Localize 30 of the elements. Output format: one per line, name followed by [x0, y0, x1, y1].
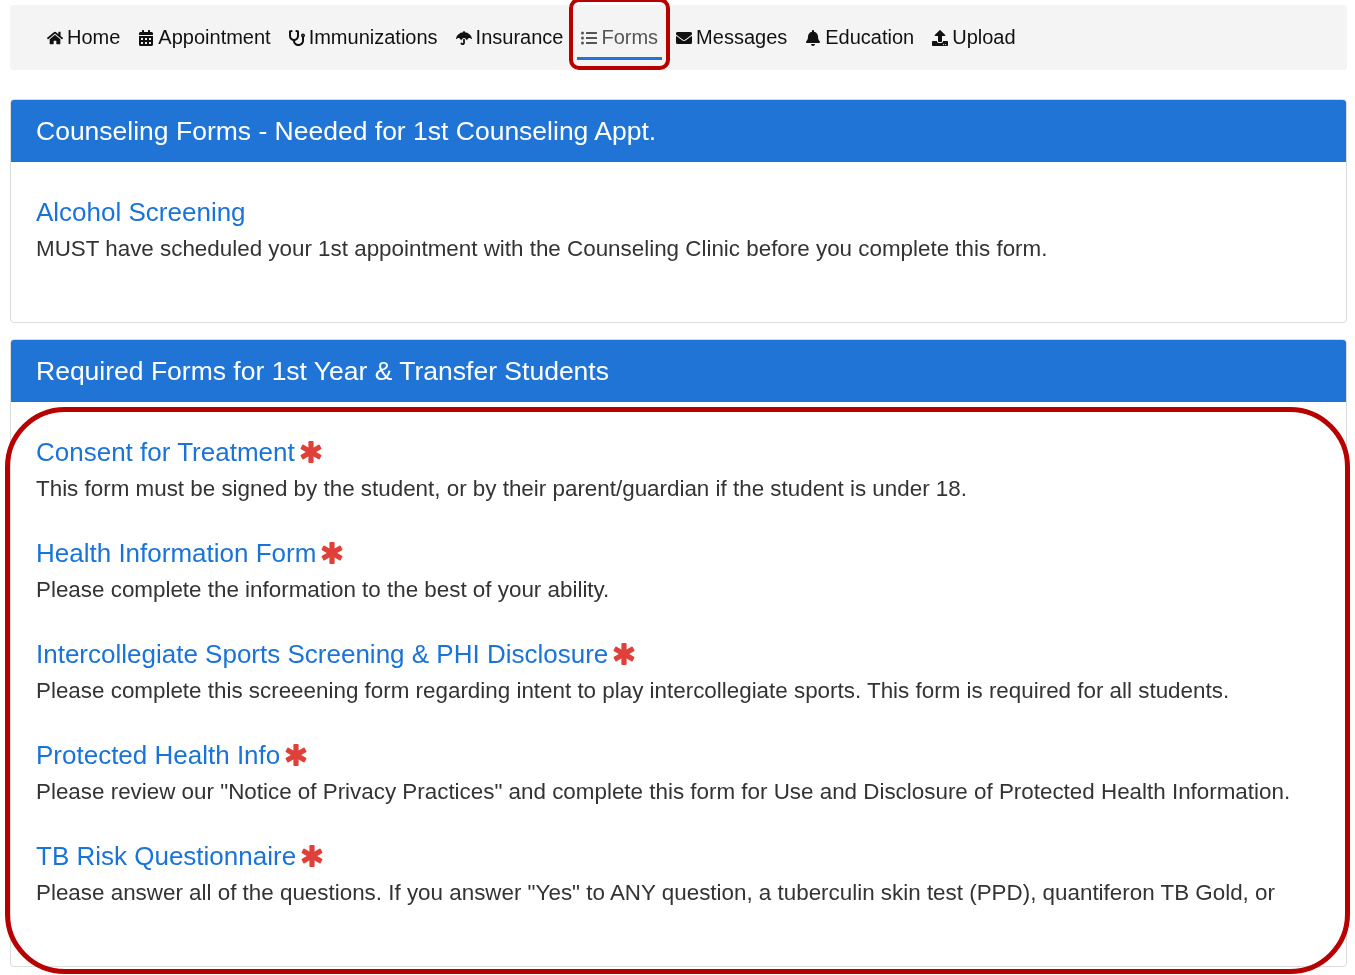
- list-icon: [581, 29, 598, 46]
- home-icon: [47, 29, 63, 46]
- nav-tab[interactable]: Messages: [672, 18, 792, 60]
- panel-title: Counseling Forms - Needed for 1st Counseling Appt.: [11, 100, 1346, 162]
- nav-tab[interactable]: Immunizations: [284, 18, 442, 60]
- form-link[interactable]: Alcohol Screening: [36, 196, 246, 228]
- form-description: MUST have scheduled your 1st appointment with the Counseling Clinic before you complete this form.: [36, 235, 1049, 263]
- form-link[interactable]: Protected Health Info: [36, 739, 281, 771]
- nav-tab[interactable]: Home: [43, 18, 125, 60]
- form-link[interactable]: Health Information Form: [36, 537, 317, 569]
- upload-icon: [932, 29, 949, 46]
- calendar-icon: [138, 29, 155, 46]
- nav-tab[interactable]: Forms: [577, 18, 663, 60]
- umbrella-icon: [455, 29, 472, 46]
- nav-tab[interactable]: Upload: [928, 18, 1020, 60]
- nav-tab[interactable]: Education: [801, 18, 919, 60]
- form-description: This form must be signed by the student, or by their parent/guardian if the student is under 18.: [36, 475, 968, 503]
- nav-tab[interactable]: Insurance: [451, 18, 568, 60]
- form-description: Please review our "Notice of Privacy Practices" and complete this form for Use and Disclosure of Protected Health Information.: [36, 778, 1292, 806]
- envelope-icon: [676, 29, 693, 46]
- bell-icon: [805, 29, 822, 46]
- panel-title: Required Forms for 1st Year & Transfer Students: [11, 340, 1346, 402]
- stethoscope-icon: [288, 29, 305, 46]
- form-description: Please complete the information to the best of your ability.: [36, 576, 611, 604]
- form-description: Please complete this screeening form regarding intent to play intercollegiate sports. This form is required for all students.: [36, 677, 1231, 705]
- form-link[interactable]: Consent for Treatment: [36, 436, 295, 468]
- form-link[interactable]: TB Risk Questionnaire: [36, 840, 297, 872]
- form-link[interactable]: Intercollegiate Sports Screening & PHI Disclosure: [36, 638, 609, 670]
- nav-tab[interactable]: Appointment: [134, 18, 275, 60]
- form-description: Please answer all of the questions. If you answer "Yes" to ANY question, a tuberculin skin test (PPD), quantiferon TB Gold, or: [36, 879, 1276, 907]
